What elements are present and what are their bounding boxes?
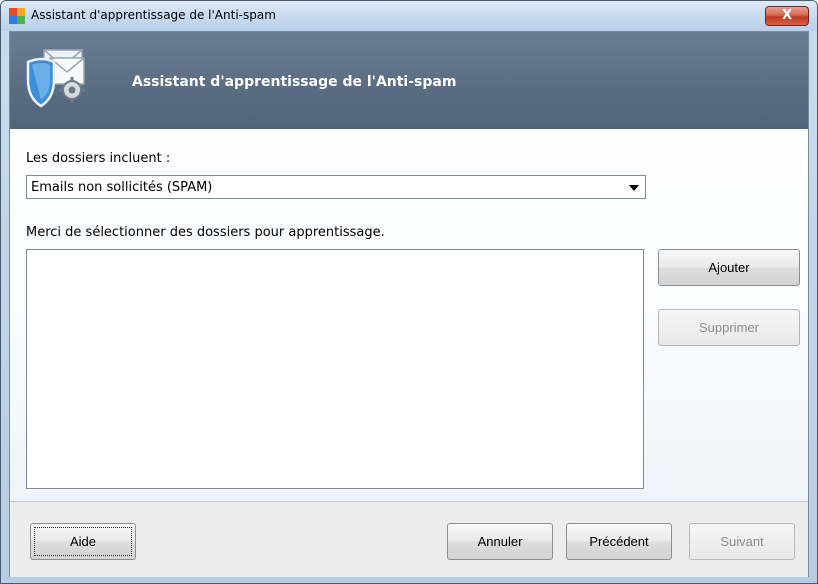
header-banner: Assistant d'apprentissage de l'Anti-spam <box>10 32 808 129</box>
help-button[interactable]: Aide <box>30 523 136 560</box>
avg-app-icon <box>9 8 25 24</box>
window-title: Assistant d'apprentissage de l'Anti-spam <box>31 8 276 22</box>
next-button[interactable]: Suivant <box>689 523 795 560</box>
banner-title: Assistant d'apprentissage de l'Anti-spam <box>132 74 457 90</box>
dialog-client-area: Assistant d'apprentissage de l'Anti-spam… <box>9 31 809 577</box>
wizard-content: Les dossiers incluent : Emails non solli… <box>10 129 808 501</box>
add-button[interactable]: Ajouter <box>658 249 800 286</box>
focus-rectangle <box>34 527 132 556</box>
folder-type-value: Emails non sollicités (SPAM) <box>31 180 213 195</box>
select-folders-label: Merci de sélectionner des dossiers pour … <box>26 225 385 240</box>
folders-listbox[interactable] <box>26 249 644 489</box>
title-bar[interactable]: Assistant d'apprentissage de l'Anti-spam… <box>1 1 817 31</box>
folder-type-dropdown[interactable]: Emails non sollicités (SPAM) <box>26 175 646 199</box>
footer-bar: Aide Annuler Précédent Suivant <box>10 501 808 577</box>
shield-envelope-gear-icon <box>26 49 85 108</box>
close-button[interactable]: X <box>765 6 809 26</box>
chevron-down-icon[interactable] <box>629 185 639 191</box>
folders-label: Les dossiers incluent : <box>26 151 171 166</box>
remove-button[interactable]: Supprimer <box>658 309 800 346</box>
cancel-button[interactable]: Annuler <box>447 523 553 560</box>
previous-button[interactable]: Précédent <box>566 523 672 560</box>
wizard-window: Assistant d'apprentissage de l'Anti-spam… <box>0 0 818 584</box>
